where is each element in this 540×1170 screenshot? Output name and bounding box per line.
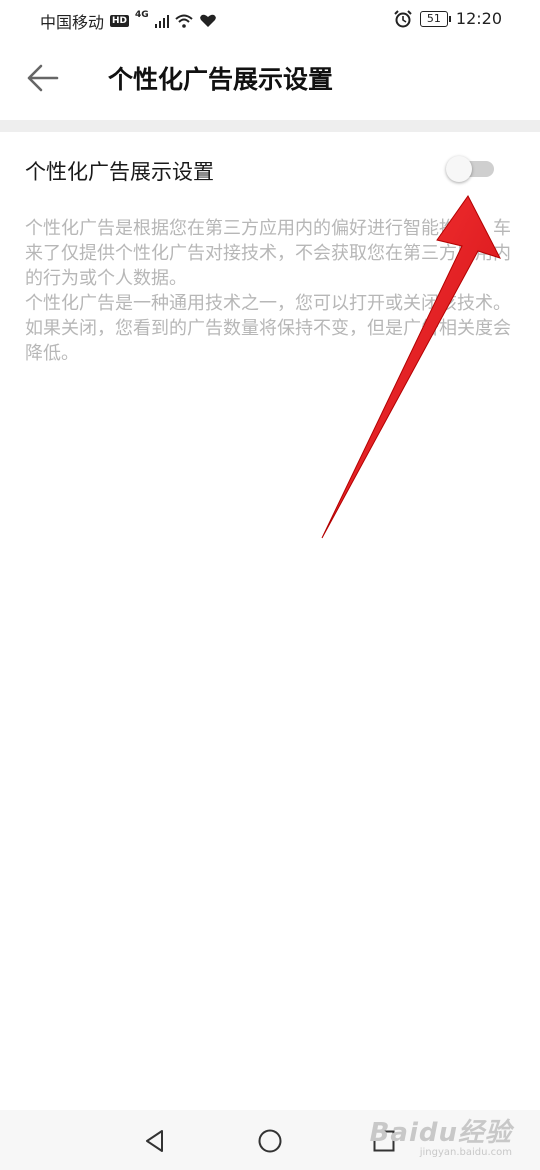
personalized-ads-toggle[interactable] <box>446 156 496 182</box>
baidu-watermark: Baidu经验 jingyan.baidu.com <box>370 1112 512 1158</box>
alarm-icon <box>394 9 412 27</box>
setting-label: 个性化广告展示设置 <box>25 160 214 184</box>
app-header: 个性化广告展示设置 <box>0 38 540 120</box>
description-paragraph-2: 个性化广告是一种通用技术之一，您可以打开或关闭该技术。如果关闭，您看到的广告数量… <box>25 293 511 364</box>
header-divider <box>0 120 540 132</box>
wifi-icon <box>175 14 193 28</box>
back-triangle-icon <box>146 1130 163 1152</box>
hd-badge: HD <box>110 15 130 27</box>
status-left: 中国移动 HD 4G <box>40 9 217 33</box>
back-button[interactable] <box>22 58 62 98</box>
carrier-name: 中国移动 <box>40 13 105 32</box>
status-bar: 中国移动 HD 4G 51 12:20 <box>0 0 540 38</box>
page-title: 个性化广告展示设置 <box>108 65 334 94</box>
network-type: 4G <box>135 10 149 20</box>
arrow-left-icon <box>27 64 59 92</box>
home-circle-icon <box>258 1129 282 1153</box>
battery-icon: 51 <box>419 10 451 27</box>
status-right: 51 12:20 <box>394 9 502 28</box>
toggle-knob <box>446 156 472 182</box>
nav-back-button[interactable] <box>138 1124 172 1158</box>
description-paragraph-1: 个性化广告是根据您在第三方应用内的偏好进行智能推荐。车来了仅提供个性化广告对接技… <box>25 218 511 289</box>
signal-icon <box>154 14 169 28</box>
personalized-ads-setting-row: 个性化广告展示设置 <box>0 132 540 208</box>
heart-icon <box>199 14 216 27</box>
watermark-logo: Baidu经验 <box>369 1118 512 1148</box>
nav-home-button[interactable] <box>253 1124 287 1158</box>
clock: 12:20 <box>455 9 502 28</box>
setting-description: 个性化广告是根据您在第三方应用内的偏好进行智能推荐。车来了仅提供个性化广告对接技… <box>25 216 513 366</box>
